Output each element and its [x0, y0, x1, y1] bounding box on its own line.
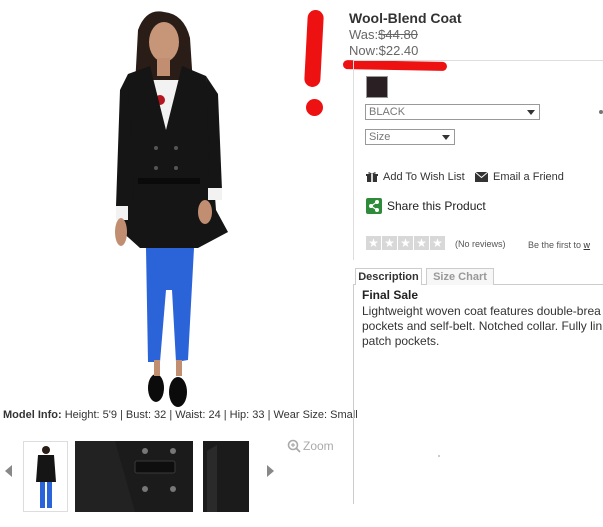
add-to-wishlist-label: Add To Wish List: [383, 171, 465, 183]
star-icon: ★: [414, 236, 429, 250]
thumbnail-back-view[interactable]: [203, 441, 249, 512]
email-friend-label: Email a Friend: [493, 171, 564, 183]
model-info-text: Height: 5'9 | Bust: 32 | Waist: 24 | Hip…: [64, 409, 358, 421]
annotation-exclamation-dot: [306, 99, 323, 116]
sale-price: Now:$22.40: [349, 43, 418, 58]
annotation-exclamation-bar: [303, 9, 325, 88]
product-title: Wool-Blend Coat: [349, 10, 462, 26]
magnifier-icon: [287, 439, 301, 453]
zoom-label: Zoom: [303, 439, 334, 453]
star-icon: ★: [366, 236, 381, 250]
partial-edge-bullet: [599, 110, 603, 114]
write-review-prompt: Be the first to w: [528, 240, 590, 250]
add-to-wishlist-link[interactable]: Add To Wish List: [366, 171, 465, 183]
envelope-icon: [475, 172, 488, 182]
description-line: Lightweight woven coat features double-b…: [362, 304, 601, 318]
share-product-button[interactable]: Share this Product: [366, 198, 486, 214]
tab-description[interactable]: Description: [355, 268, 422, 285]
size-select-value: Size: [369, 131, 391, 143]
star-icon: ★: [430, 236, 445, 250]
was-price: $44.80: [378, 27, 418, 42]
product-main-image[interactable]: [90, 0, 250, 410]
thumbnail-prev-arrow-icon[interactable]: [5, 465, 12, 477]
original-price: Was:$44.80: [349, 27, 418, 42]
zoom-button[interactable]: Zoom: [287, 439, 334, 453]
final-sale-heading: Final Sale: [362, 288, 419, 302]
color-select[interactable]: BLACK: [365, 104, 540, 120]
share-label: Share this Product: [387, 199, 486, 213]
size-select[interactable]: Size: [365, 129, 455, 145]
email-friend-link[interactable]: Email a Friend: [475, 171, 564, 183]
first-to-text: Be the first to: [528, 240, 582, 250]
now-label: Now:: [349, 43, 379, 58]
chevron-down-icon: [527, 110, 535, 115]
gift-icon: [366, 172, 378, 182]
description-line: patch pockets.: [362, 334, 440, 348]
star-icon: ★: [398, 236, 413, 250]
decorative-speck: [438, 455, 440, 457]
model-info: Model Info: Height: 5'9 | Bust: 32 | Wai…: [3, 409, 358, 421]
review-count: (No reviews): [455, 239, 506, 249]
write-review-link[interactable]: w: [584, 240, 591, 250]
color-select-value: BLACK: [369, 106, 406, 118]
now-price: $22.40: [378, 43, 419, 58]
star-icon: ★: [382, 236, 397, 250]
description-line: pockets and self-belt. Notched collar. F…: [362, 319, 603, 333]
thumbnail-button-detail[interactable]: [75, 441, 193, 512]
share-icon: [366, 198, 382, 214]
chevron-down-icon: [442, 135, 450, 140]
tab-size-chart[interactable]: Size Chart: [426, 268, 494, 285]
thumbnail-full-look[interactable]: [23, 441, 68, 512]
product-options-panel: [353, 60, 603, 260]
color-swatch-black[interactable]: [366, 76, 388, 98]
was-label: Was:: [349, 27, 379, 42]
rating-stars[interactable]: ★ ★ ★ ★ ★: [366, 236, 445, 250]
model-info-label: Model Info:: [3, 409, 62, 421]
thumbnail-next-arrow-icon[interactable]: [267, 465, 274, 477]
